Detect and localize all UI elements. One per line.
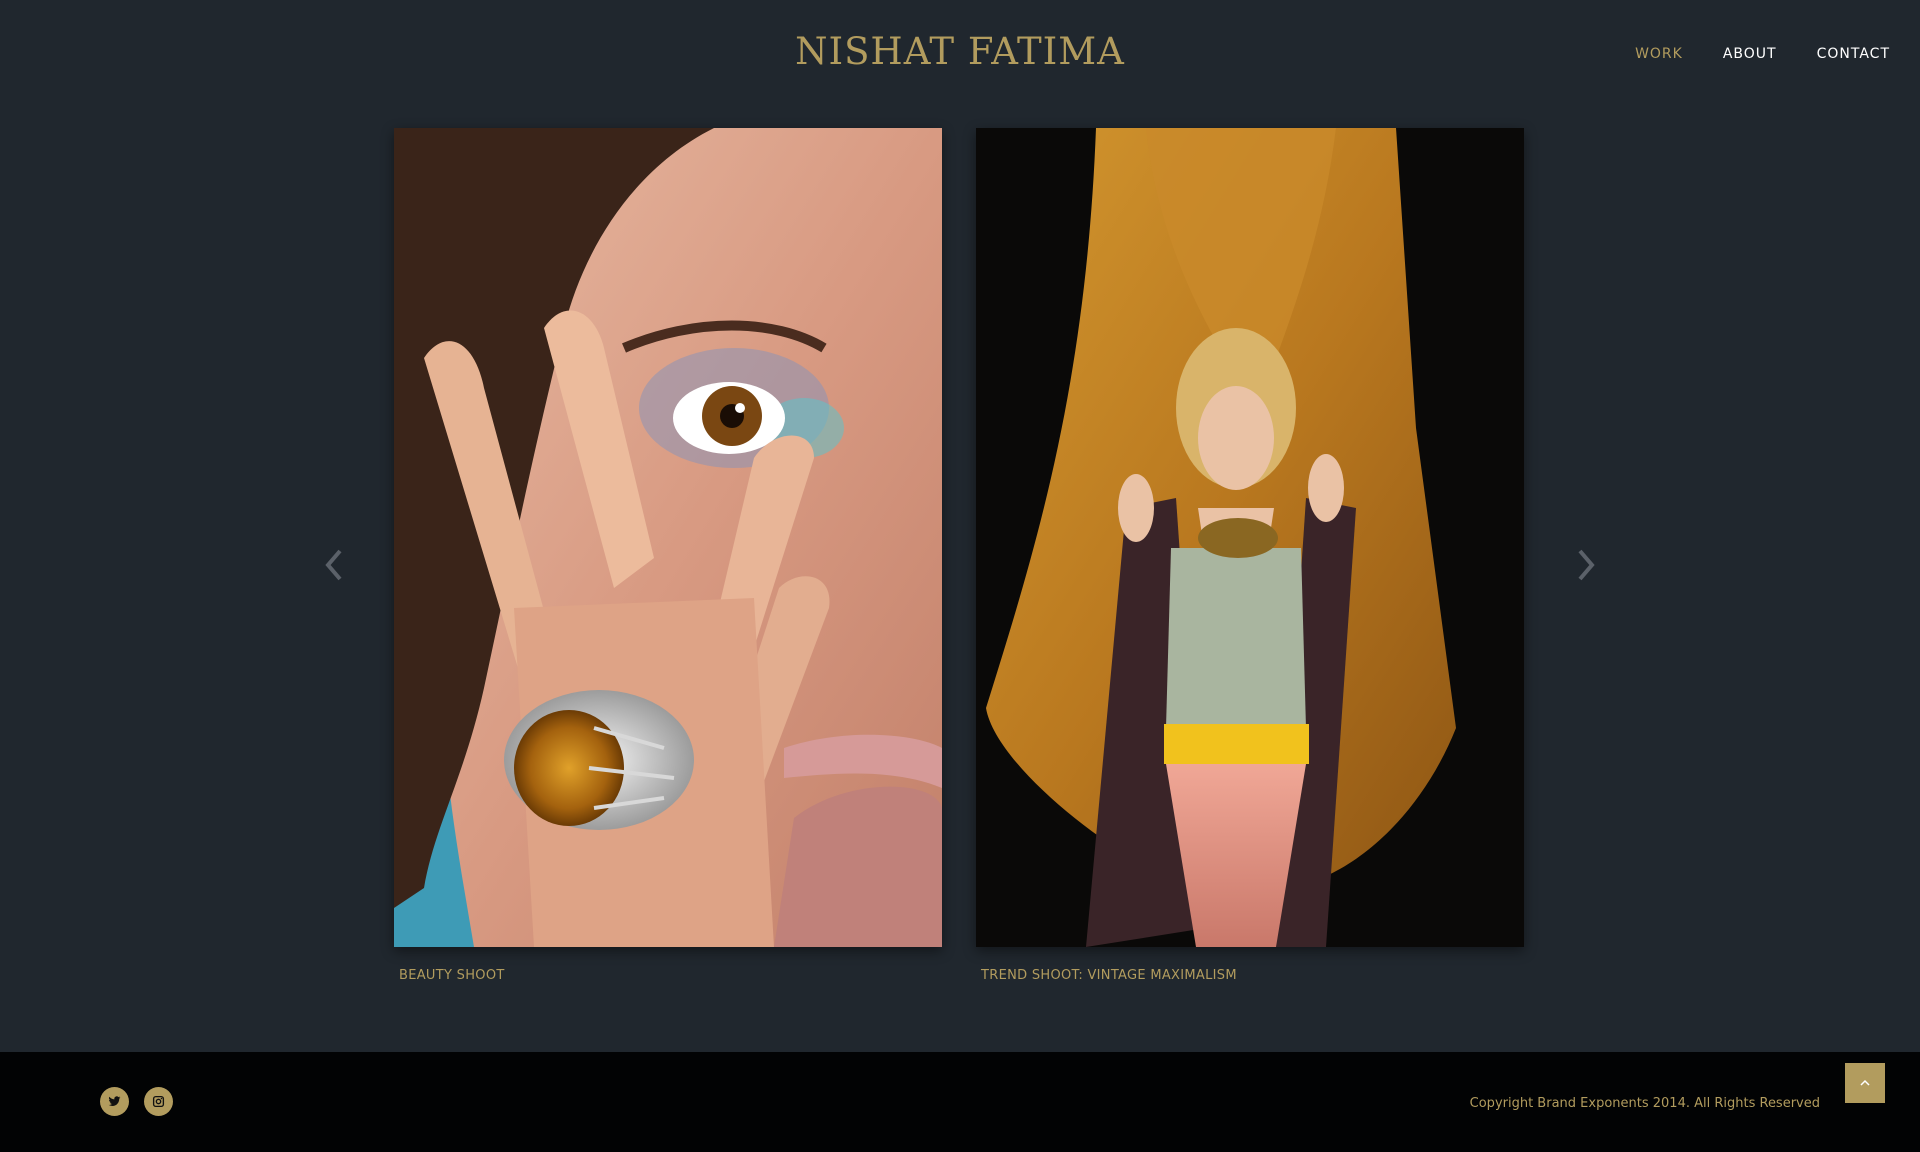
- slide-caption[interactable]: TREND SHOOT: VINTAGE MAXIMALISM: [976, 968, 1524, 983]
- slide-beauty-shoot[interactable]: BEAUTY SHOOT: [394, 128, 942, 983]
- slide-trend-shoot[interactable]: TREND SHOOT: VINTAGE MAXIMALISM: [976, 128, 1524, 983]
- instagram-link[interactable]: [144, 1087, 173, 1116]
- slider-prev-button[interactable]: [320, 545, 350, 585]
- beauty-shoot-photo[interactable]: [394, 128, 942, 947]
- social-links: [100, 1087, 173, 1116]
- trend-shoot-photo[interactable]: [976, 128, 1524, 947]
- twitter-icon: [108, 1096, 121, 1106]
- slide-caption[interactable]: BEAUTY SHOOT: [394, 968, 942, 983]
- copyright-text: Copyright Brand Exponents 2014. All Righ…: [1469, 1096, 1820, 1111]
- chevron-left-icon: [325, 549, 342, 581]
- chevron-right-icon: [1578, 549, 1595, 581]
- page: NISHAT FATIMA WORK ABOUT CONTACT BEAUTY …: [0, 0, 1920, 1152]
- chevron-up-icon: [1860, 1079, 1870, 1086]
- twitter-link[interactable]: [100, 1087, 129, 1116]
- portfolio-slider: BEAUTY SHOOT TREND SHOOT: VINTAGE MAXIMA…: [0, 0, 1920, 1052]
- back-to-top-button[interactable]: [1845, 1063, 1885, 1103]
- slider-next-button[interactable]: [1570, 545, 1600, 585]
- instagram-icon: [152, 1095, 165, 1108]
